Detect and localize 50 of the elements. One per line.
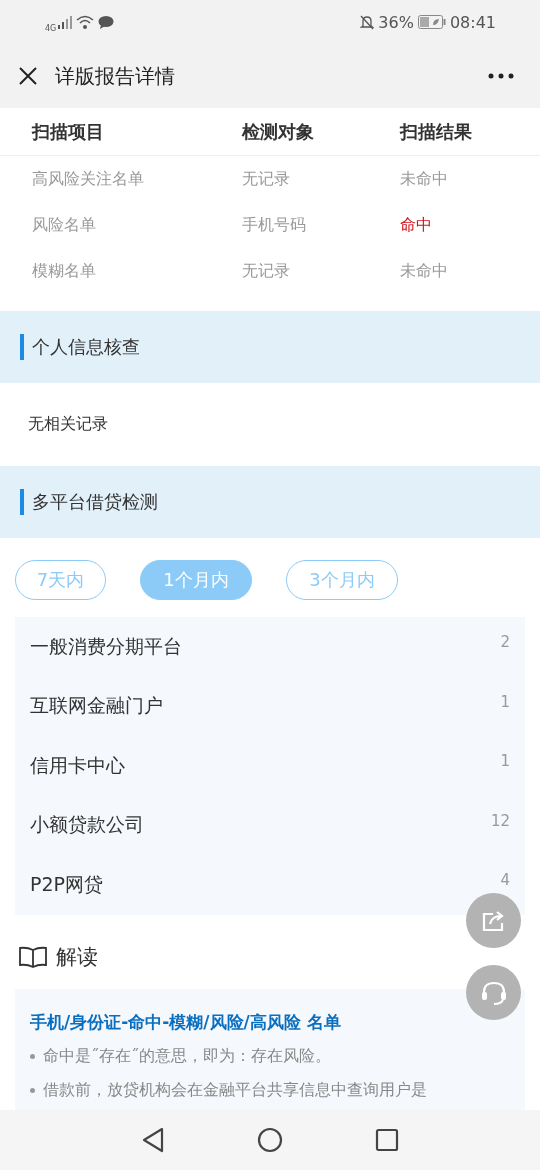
home-icon[interactable] bbox=[257, 1127, 283, 1153]
wifi-icon bbox=[76, 15, 95, 29]
message-icon bbox=[98, 15, 115, 29]
empty-text: 无相关记录 bbox=[28, 414, 108, 435]
table-cell-text: 无记录 bbox=[242, 168, 291, 190]
platform-count: 1 bbox=[500, 692, 510, 711]
signal-icon bbox=[58, 15, 73, 29]
platform-name: 互联网金融门户 bbox=[30, 693, 163, 719]
network-type: 4G bbox=[45, 23, 57, 33]
book-icon bbox=[18, 945, 48, 968]
platform-name: 信用卡中心 bbox=[30, 752, 125, 778]
section-header: 多平台借贷检测 bbox=[0, 466, 540, 538]
section-header: 个人信息核查 bbox=[0, 311, 540, 383]
bullet-dot bbox=[30, 1088, 35, 1093]
table-cell-text: 无记录 bbox=[242, 260, 291, 282]
close-icon[interactable] bbox=[18, 66, 38, 86]
battery-icon bbox=[417, 15, 446, 29]
period-tab[interactable]: 7天内 bbox=[15, 560, 106, 600]
table-cell-text: 风险名单 bbox=[32, 214, 97, 236]
table-cell: 命中 bbox=[400, 214, 432, 236]
table-cell-text: 手机号码 bbox=[242, 214, 307, 236]
platform-count: 2 bbox=[500, 633, 510, 651]
table-cell-text: 模糊名单 bbox=[32, 260, 97, 282]
platform-name: 一般消费分期平台 bbox=[30, 633, 182, 659]
table-cell: 未命中 bbox=[400, 168, 448, 190]
platform-count: 1 bbox=[500, 752, 510, 770]
platform-name: 小额贷款公司 bbox=[30, 812, 144, 838]
platform-name: P2P网贷 bbox=[30, 871, 103, 897]
clock-time: 08:41 bbox=[449, 12, 496, 32]
more-icon[interactable] bbox=[488, 73, 514, 79]
explanation-heading: 手机/身份证-命中-模糊/风险/高风险 名单 bbox=[30, 1010, 342, 1034]
platform-count: 12 bbox=[490, 811, 510, 830]
recents-icon[interactable] bbox=[375, 1128, 399, 1152]
platform-count: 4 bbox=[500, 871, 510, 889]
bullet-text: 命中是˝存在˝的意思，即为：存在风险。 bbox=[43, 1046, 331, 1067]
bullet-text: 借款前，放贷机构会在金融平台共享信息中查询用户是 bbox=[43, 1080, 427, 1101]
column-header: 检测对象 bbox=[242, 119, 315, 144]
bullet-dot bbox=[30, 1054, 35, 1059]
table-cell-text: 高风险关注名单 bbox=[32, 168, 145, 190]
period-tab[interactable]: 3个月内 bbox=[286, 560, 398, 600]
battery-percent: 36% bbox=[378, 12, 414, 32]
column-header: 扫描结果 bbox=[400, 119, 472, 144]
muted-bell-icon bbox=[360, 14, 375, 30]
table-cell: 未命中 bbox=[400, 260, 448, 282]
section-title: 解读 bbox=[56, 943, 98, 971]
headset-icon bbox=[479, 979, 508, 1006]
page-title: 详版报告详情 bbox=[55, 62, 176, 90]
period-tab[interactable]: 1个月内 bbox=[140, 560, 252, 600]
column-header: 扫描项目 bbox=[32, 119, 105, 144]
back-icon[interactable] bbox=[141, 1127, 165, 1153]
